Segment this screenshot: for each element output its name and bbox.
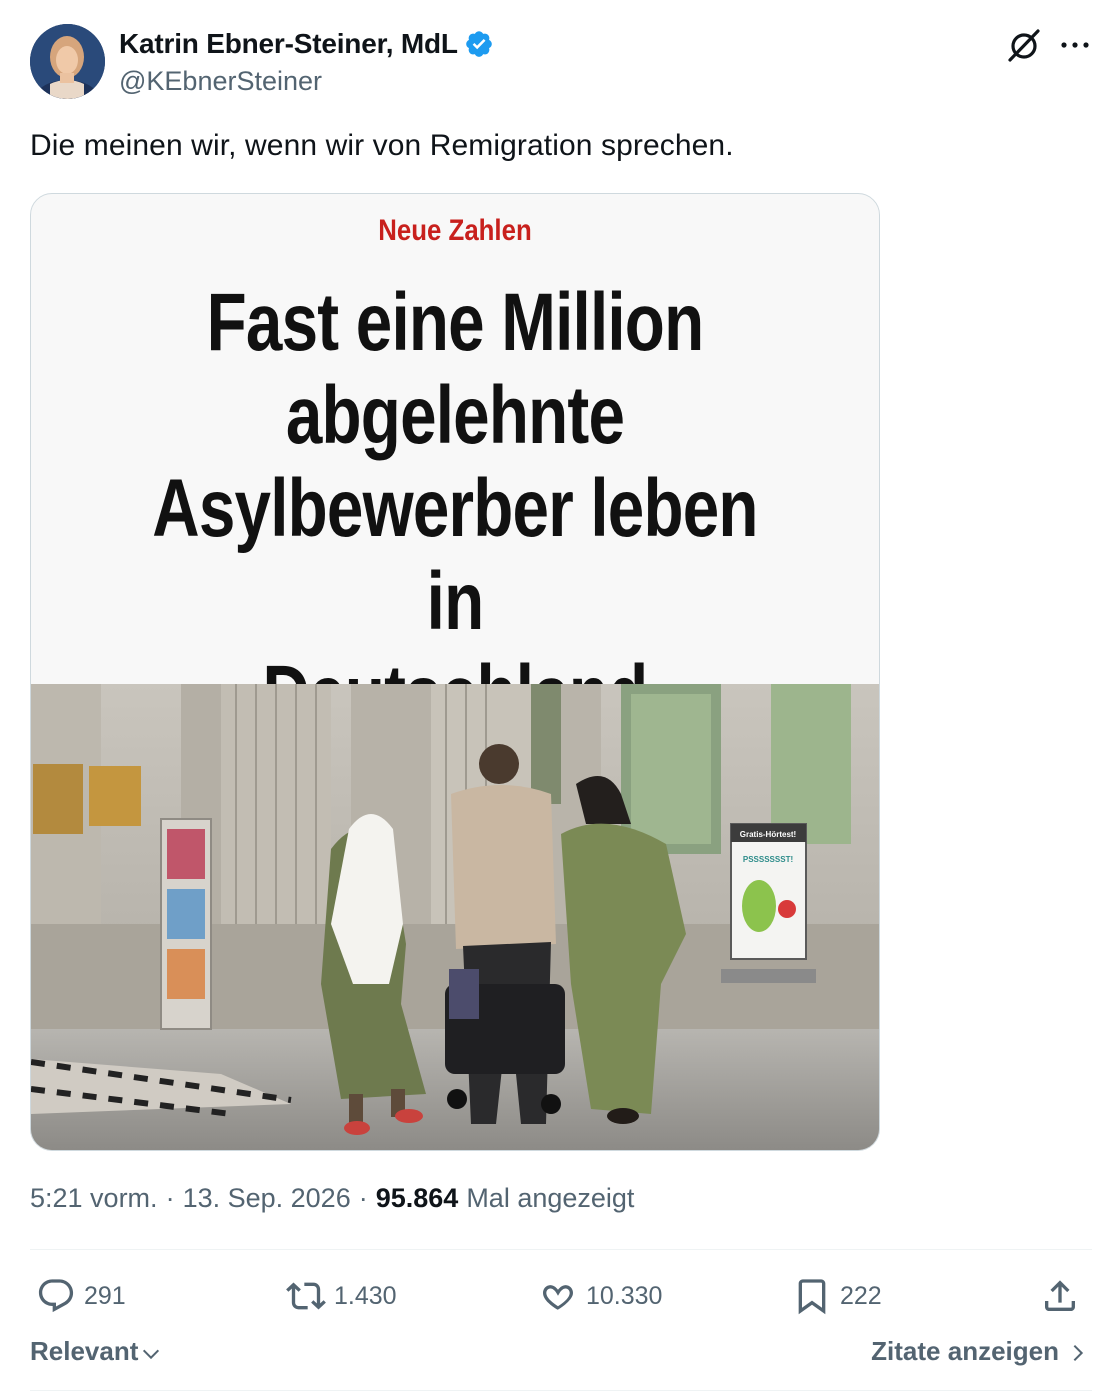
bookmark-count: 222 xyxy=(840,1281,882,1310)
chevron-right-icon xyxy=(1073,1344,1084,1361)
author-name[interactable]: Katrin Ebner-Steiner, MdL xyxy=(119,28,458,60)
views-count: 95.864 xyxy=(375,1183,459,1213)
grok-icon[interactable] xyxy=(1005,26,1043,64)
reply-icon xyxy=(38,1279,74,1313)
bookmark-icon xyxy=(798,1279,826,1315)
tweet-text: Die meinen wir, wenn wir von Remigration… xyxy=(30,129,734,162)
divider xyxy=(30,1249,1092,1250)
verified-badge-icon xyxy=(466,31,492,57)
tweet-time[interactable]: 5:21 vorm. xyxy=(30,1183,158,1214)
repost-button[interactable]: 1.430 xyxy=(286,1268,397,1324)
tweet-header: Katrin Ebner-Steiner, MdL @KEbnerSteiner xyxy=(30,24,1100,100)
action-bar: 291 1.430 10.330 222 xyxy=(30,1268,1092,1324)
like-button[interactable]: 10.330 xyxy=(538,1268,662,1324)
repost-icon xyxy=(286,1282,326,1310)
meta-separator: · xyxy=(358,1183,368,1213)
meta-separator: · xyxy=(165,1183,175,1213)
headline-line: Asylbewerber leben in xyxy=(152,463,758,647)
reply-button[interactable]: 291 xyxy=(36,1268,126,1324)
view-quotes-link[interactable]: Zitate anzeigen xyxy=(871,1336,1089,1367)
views-label: Mal angezeigt xyxy=(466,1183,635,1213)
media-photo: Gratis-Hörtest! PSSSSSSST! xyxy=(31,684,879,1150)
tweet-media-image[interactable]: Neue Zahlen Fast eine Million abgelehnte… xyxy=(30,193,880,1151)
bookmark-button[interactable]: 222 xyxy=(792,1268,882,1324)
avatar[interactable] xyxy=(30,24,105,99)
share-icon xyxy=(1045,1280,1075,1311)
media-kicker: Neue Zahlen xyxy=(378,214,532,247)
chevron-down-icon xyxy=(143,1349,160,1359)
sort-label: Relevant xyxy=(30,1336,139,1366)
like-icon xyxy=(543,1285,573,1310)
author-name-row: Katrin Ebner-Steiner, MdL xyxy=(119,28,494,60)
divider xyxy=(30,1390,1092,1391)
share-button[interactable] xyxy=(1040,1268,1088,1324)
photo-sign-title: Gratis-Hörtest! xyxy=(740,830,796,839)
media-headline: Fast eine Million abgelehnte Asylbewerbe… xyxy=(116,276,794,741)
sort-replies-dropdown[interactable]: Relevant xyxy=(30,1336,162,1367)
photo-sign-text: PSSSSSSST! xyxy=(743,855,793,864)
repost-count: 1.430 xyxy=(334,1281,397,1310)
headline-line: Fast eine Million xyxy=(206,277,704,368)
headline-line: abgelehnte xyxy=(285,370,625,461)
quotes-label: Zitate anzeigen xyxy=(871,1336,1059,1366)
reply-count: 291 xyxy=(84,1281,126,1310)
tweet-date[interactable]: 13. Sep. 2026 xyxy=(183,1183,351,1214)
like-count: 10.330 xyxy=(586,1281,663,1310)
author-handle[interactable]: @KEbnerSteiner xyxy=(119,66,322,97)
more-icon[interactable] xyxy=(1058,30,1092,60)
tweet-meta: 5:21 vorm. · 13. Sep. 2026 · 95.864 Mal … xyxy=(30,1183,634,1214)
